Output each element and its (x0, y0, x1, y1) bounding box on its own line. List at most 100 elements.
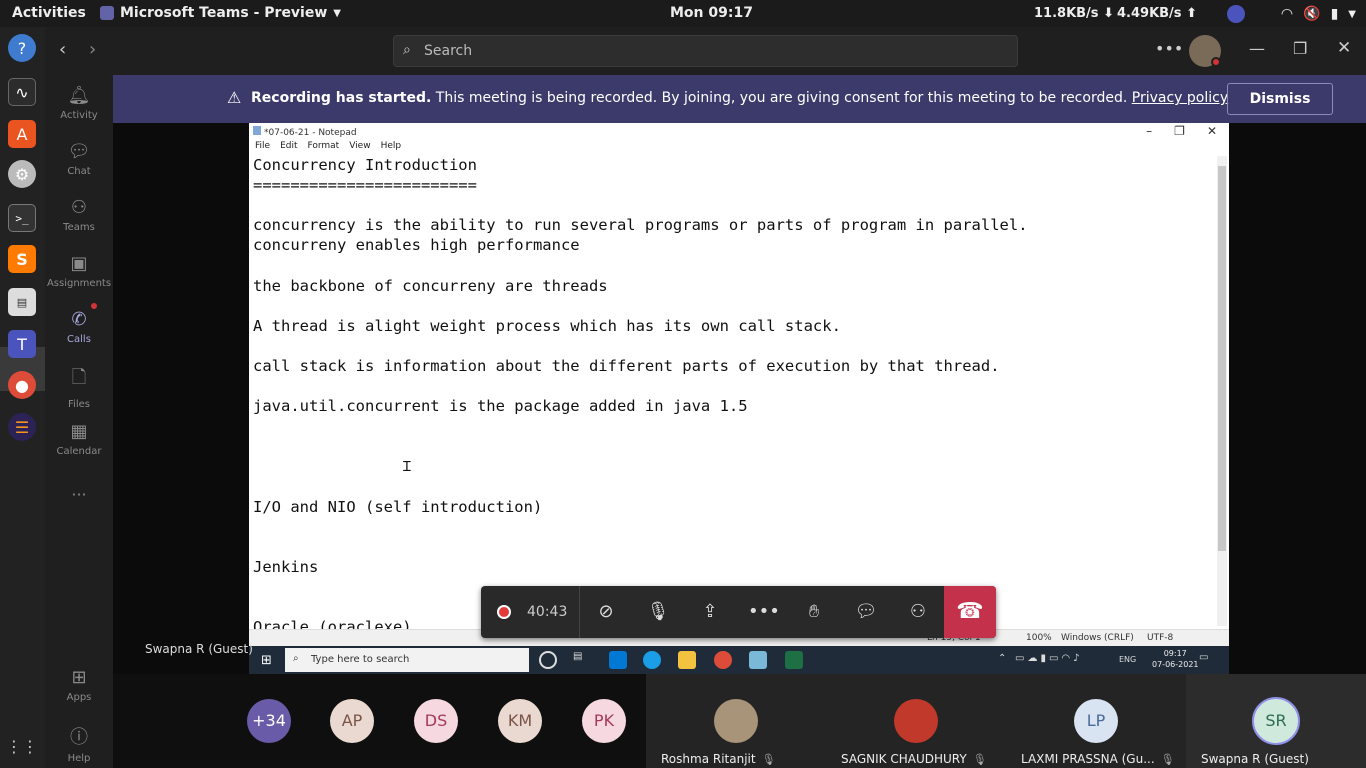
mail-icon[interactable] (609, 651, 627, 669)
settings-gear-icon[interactable]: ⚙ (8, 160, 36, 188)
participant-avatar[interactable]: PK (582, 699, 626, 743)
eclipse-icon[interactable]: ☰ (8, 413, 36, 441)
cortana-icon[interactable] (539, 651, 557, 669)
notepad-text-area[interactable]: Concurrency Introduction ================… (253, 155, 1028, 637)
rail-more-icon[interactable]: ··· (45, 485, 113, 504)
volume-muted-icon[interactable]: 🔇 (1303, 6, 1320, 22)
show-applications-icon[interactable]: ⋮⋮ (6, 732, 38, 760)
notepad-icon (253, 126, 261, 135)
participant-avatar[interactable]: DS (414, 699, 458, 743)
teams-tray-icon[interactable] (1226, 5, 1245, 23)
participant-avatar[interactable]: AP (330, 699, 374, 743)
scrollbar-thumb[interactable] (1218, 166, 1226, 551)
notepad-scrollbar[interactable] (1217, 156, 1227, 626)
task-view-icon[interactable]: ▤ (573, 651, 591, 669)
language-indicator[interactable]: ENG (1119, 655, 1136, 664)
help-icon[interactable]: ? (8, 34, 36, 62)
raise-hand-button[interactable]: ✋︎ (800, 598, 828, 626)
net-download-speed: 11.8KB/s ⬇ (1034, 6, 1114, 21)
more-options-icon[interactable]: ••• (1155, 39, 1183, 58)
software-store-icon[interactable]: A (8, 120, 36, 148)
teams-dock-icon[interactable]: T (8, 330, 36, 358)
wifi-icon[interactable]: ◠ (1281, 6, 1293, 22)
text-cursor-ibeam-icon: Ɪ (403, 459, 411, 475)
notepad-line: concurrency is the ability to run severa… (253, 216, 1028, 235)
chrome-icon[interactable]: ● (8, 371, 36, 399)
notepad-window-controls: – ❐ ✕ (1146, 124, 1217, 138)
rail-files[interactable]: 🗋 Files (45, 365, 113, 410)
menu-edit[interactable]: Edit (280, 141, 297, 151)
share-tray-button[interactable]: ⇪ (696, 598, 724, 626)
explorer-icon[interactable] (678, 651, 696, 669)
tray-chevron-up-icon[interactable]: ⌃ (998, 653, 1006, 664)
notepad-taskbar-icon[interactable] (749, 651, 767, 669)
clock[interactable]: Mon 09:17 (670, 5, 753, 21)
calendar-icon: ▦ (70, 421, 88, 442)
windows-search-box[interactable]: ⌕ Type here to search (285, 648, 529, 672)
maximize-icon[interactable]: ❐ (1293, 39, 1307, 58)
menu-format[interactable]: Format (308, 141, 340, 151)
rail-apps[interactable]: ⊞ Apps (45, 667, 113, 703)
windows-date: 07-06-2021 (1152, 660, 1199, 669)
privacy-policy-link[interactable]: Privacy policy (1132, 90, 1228, 106)
dismiss-button[interactable]: Dismiss (1227, 83, 1333, 115)
participant-initials: SR (1252, 697, 1300, 745)
more-actions-button[interactable]: ••• (748, 598, 780, 626)
camera-off-button[interactable]: ⊘ (592, 598, 620, 626)
hang-up-button[interactable]: ☎ (944, 586, 996, 638)
teams-app-icon (100, 6, 114, 20)
chrome-taskbar-icon[interactable] (714, 651, 732, 669)
windows-start-icon[interactable]: ⊞ (261, 653, 272, 668)
participants-button[interactable]: ⚇ (904, 598, 932, 626)
participant-avatar[interactable]: KM (498, 699, 542, 743)
rail-apps-label: Apps (66, 692, 92, 703)
menu-file[interactable]: File (255, 141, 270, 151)
windows-taskbar: ⊞ ⌕ Type here to search ▤ ⌃ ▭☁▮▭◠♪ ENG 0… (249, 646, 1229, 674)
tray-icons: ▭☁▮▭◠♪ (1015, 653, 1083, 664)
notepad-close-icon[interactable]: ✕ (1207, 124, 1217, 138)
app-menu[interactable]: Microsoft Teams - Preview ▼ (100, 5, 341, 21)
system-tray[interactable]: ◠ 🔇 ▮ ▼ (1226, 5, 1356, 23)
rail-help[interactable]: ⓘ Help (45, 723, 113, 764)
activities-button[interactable]: Activities (12, 5, 86, 21)
menu-view[interactable]: View (349, 141, 370, 151)
notification-icon[interactable]: ▭ (1199, 652, 1208, 663)
system-monitor-icon[interactable]: ∿ (8, 78, 36, 106)
minimize-icon[interactable]: — (1249, 39, 1265, 58)
teams-left-rail: 🔔︎ Activity 💬︎ Chat ⚇ Teams ▣ Assignments ✆ C… (45, 75, 113, 768)
close-icon[interactable]: ✕ (1337, 38, 1351, 58)
sublime-text-icon[interactable]: S (8, 245, 36, 273)
excel-icon[interactable] (785, 651, 803, 669)
search-input[interactable]: ⌕ Search (393, 35, 1018, 67)
terminal-icon[interactable]: >_ (8, 204, 36, 232)
rail-chat[interactable]: 💬︎ Chat (45, 141, 113, 177)
notepad-minimize-icon[interactable]: – (1146, 124, 1152, 138)
rail-calls[interactable]: ✆ Calls (45, 309, 113, 345)
banner-message: Recording has started. This meeting is b… (251, 90, 1228, 106)
battery-icon[interactable]: ▮ (1331, 6, 1339, 22)
back-arrow-icon[interactable]: ‹ (59, 39, 66, 60)
meeting-timer: 40:43 (527, 604, 568, 620)
menu-help[interactable]: Help (381, 141, 402, 151)
file-manager-icon[interactable]: ▤ (8, 288, 36, 316)
chevron-down-icon[interactable]: ▼ (1348, 9, 1356, 20)
edge-icon[interactable] (643, 651, 661, 669)
notepad-restore-icon[interactable]: ❐ (1174, 124, 1185, 138)
rail-help-label: Help (67, 753, 91, 764)
rail-activity[interactable]: 🔔︎ Activity (45, 85, 113, 121)
presenter-name: Swapna R (Guest) (145, 642, 253, 656)
forward-arrow-icon[interactable]: › (89, 39, 96, 60)
chat-icon: 💬︎ (67, 141, 91, 162)
participants-overflow-button[interactable]: +34 (247, 699, 291, 743)
presence-busy-dot (1211, 57, 1221, 67)
meeting-chat-button[interactable]: 💬︎ (852, 598, 880, 626)
rail-assignments[interactable]: ▣ Assignments (45, 253, 113, 289)
windows-clock[interactable]: 09:17 07-06-2021 (1152, 648, 1199, 670)
app-menu-label: Microsoft Teams - Preview (120, 5, 328, 21)
mic-off-button[interactable]: 🎙︎ (644, 598, 672, 626)
rail-assignments-label: Assignments (46, 278, 112, 289)
rail-calendar[interactable]: ▦ Calendar (45, 421, 113, 457)
notepad-line: java.util.concurrent is the package adde… (253, 397, 748, 416)
notepad-line: concurreny enables high performance (253, 236, 580, 255)
rail-teams[interactable]: ⚇ Teams (45, 197, 113, 233)
